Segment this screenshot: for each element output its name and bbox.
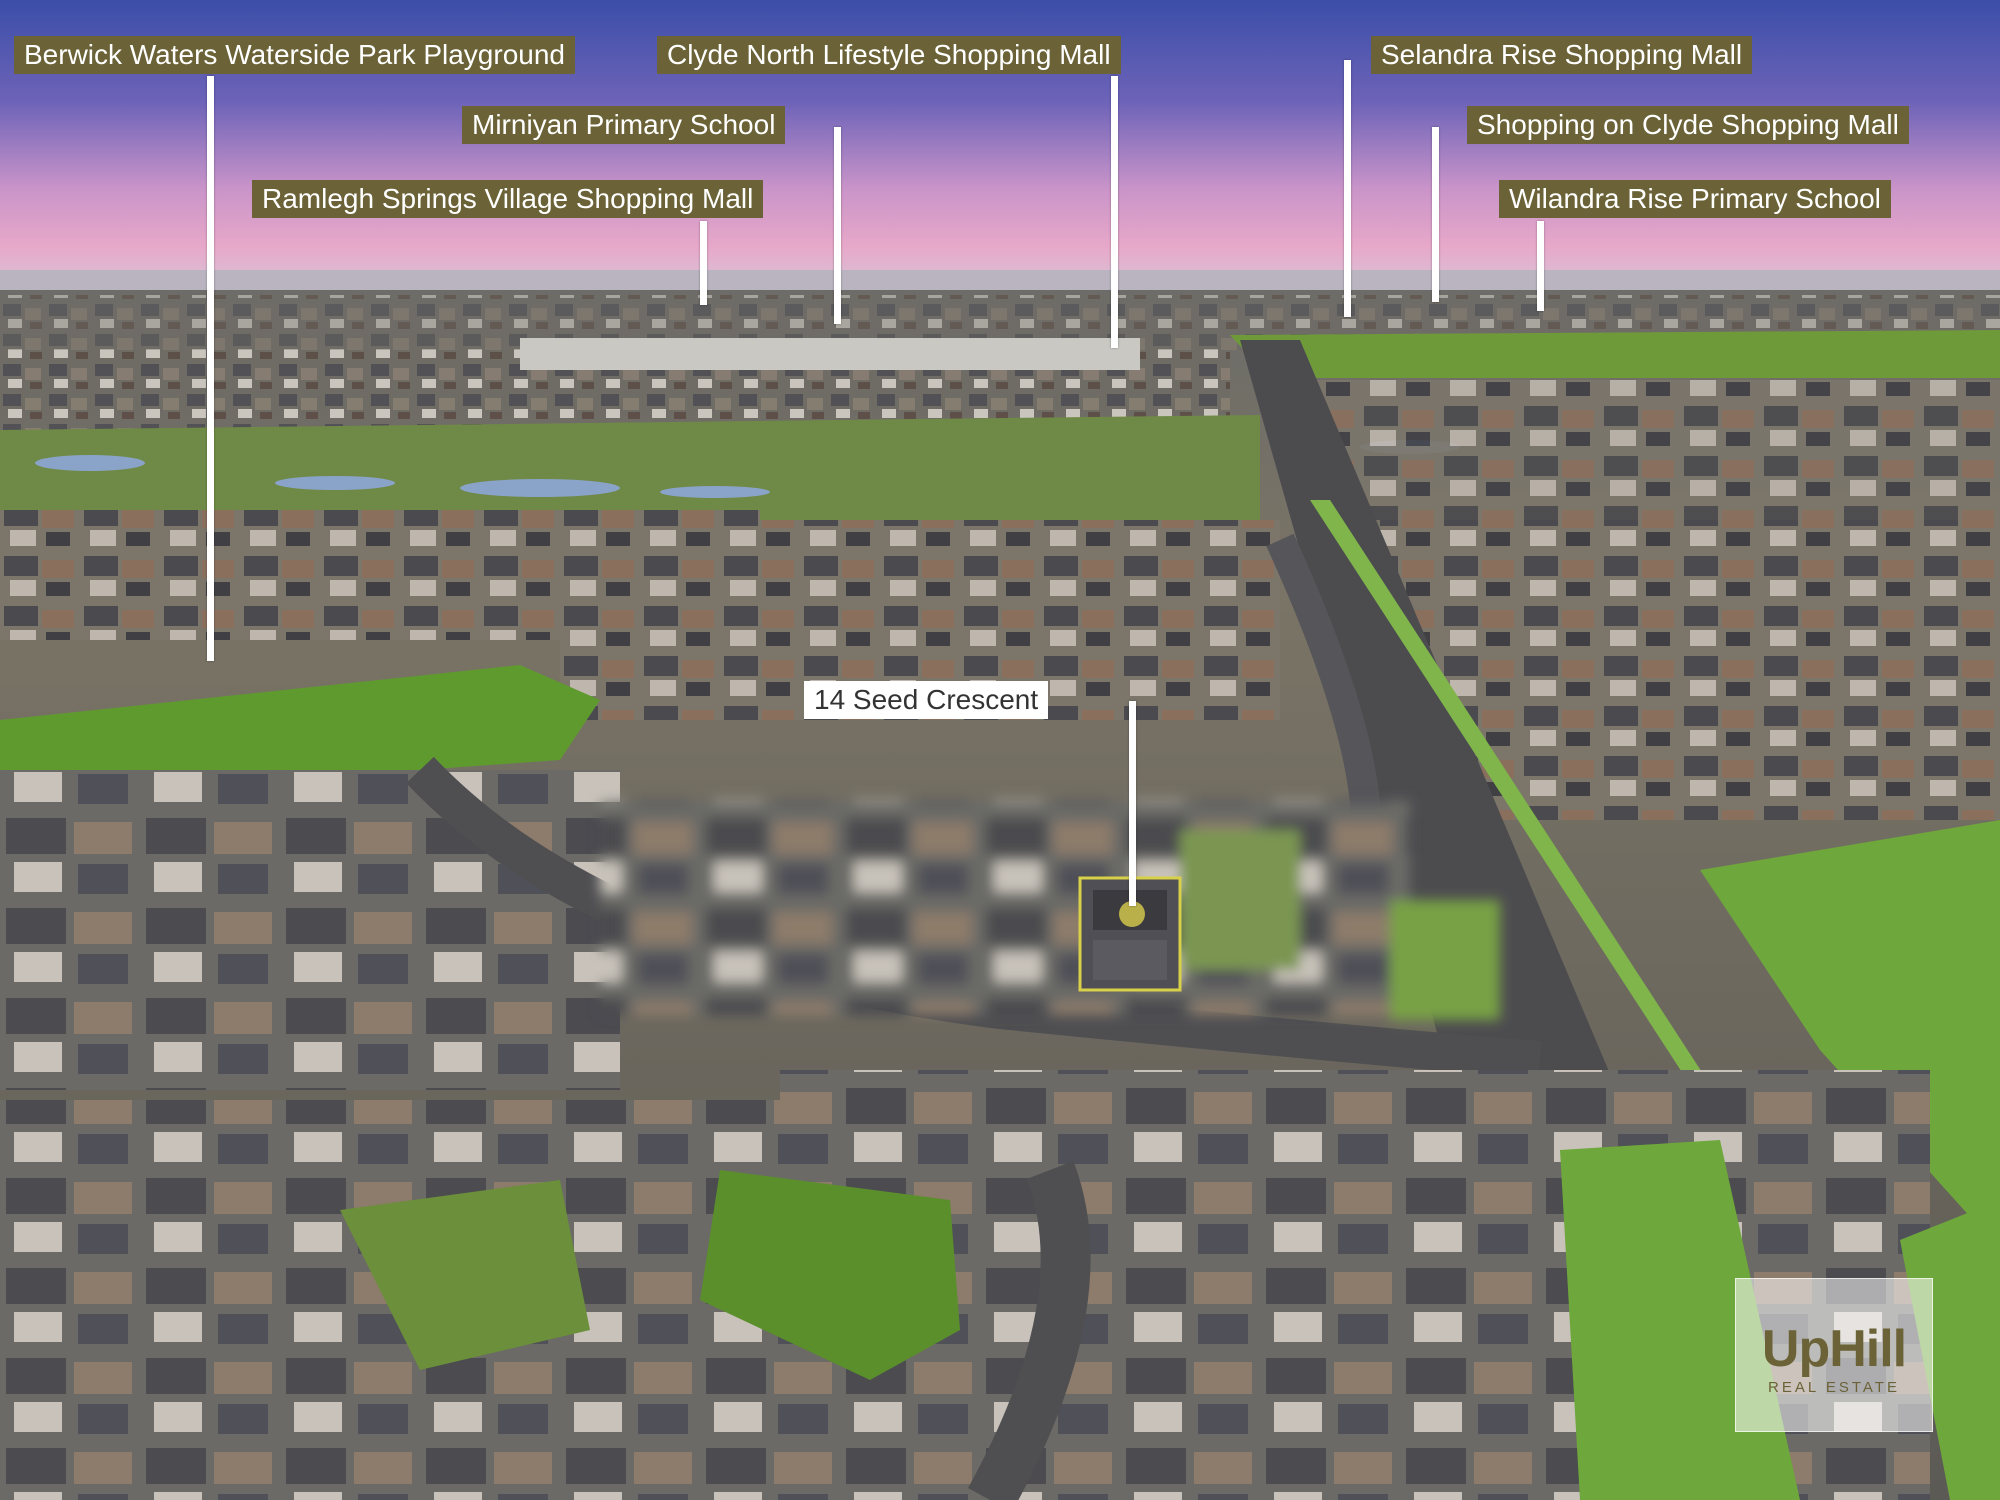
- logo-subtitle: REAL ESTATE: [1768, 1379, 1900, 1396]
- label-berwick-waters: Berwick Waters Waterside Park Playground: [14, 36, 575, 74]
- pin-ramlegh: [700, 221, 707, 305]
- label-property-address: 14 Seed Crescent: [804, 681, 1049, 719]
- label-ramlegh-springs: Ramlegh Springs Village Shopping Mall: [252, 180, 764, 218]
- pin-selandra: [1344, 60, 1351, 317]
- label-shopping-on-clyde: Shopping on Clyde Shopping Mall: [1467, 106, 1909, 144]
- pin-property: [1129, 701, 1136, 906]
- pin-shopping-on-clyde: [1432, 127, 1439, 302]
- label-wilandra-rise: Wilandra Rise Primary School: [1499, 180, 1891, 218]
- label-selandra-rise: Selandra Rise Shopping Mall: [1371, 36, 1753, 74]
- uphill-logo: UpHill REAL ESTATE: [1735, 1278, 1933, 1432]
- pin-clyde-north: [1111, 76, 1118, 348]
- label-clyde-north: Clyde North Lifestyle Shopping Mall: [657, 36, 1121, 74]
- label-mirniyan: Mirniyan Primary School: [462, 106, 786, 144]
- aerial-photo: [0, 0, 2000, 1500]
- pin-berwick: [207, 76, 214, 661]
- pin-wilandra: [1537, 221, 1544, 311]
- pin-mirniyan: [834, 127, 841, 324]
- logo-wordmark: UpHill: [1761, 1320, 1907, 1378]
